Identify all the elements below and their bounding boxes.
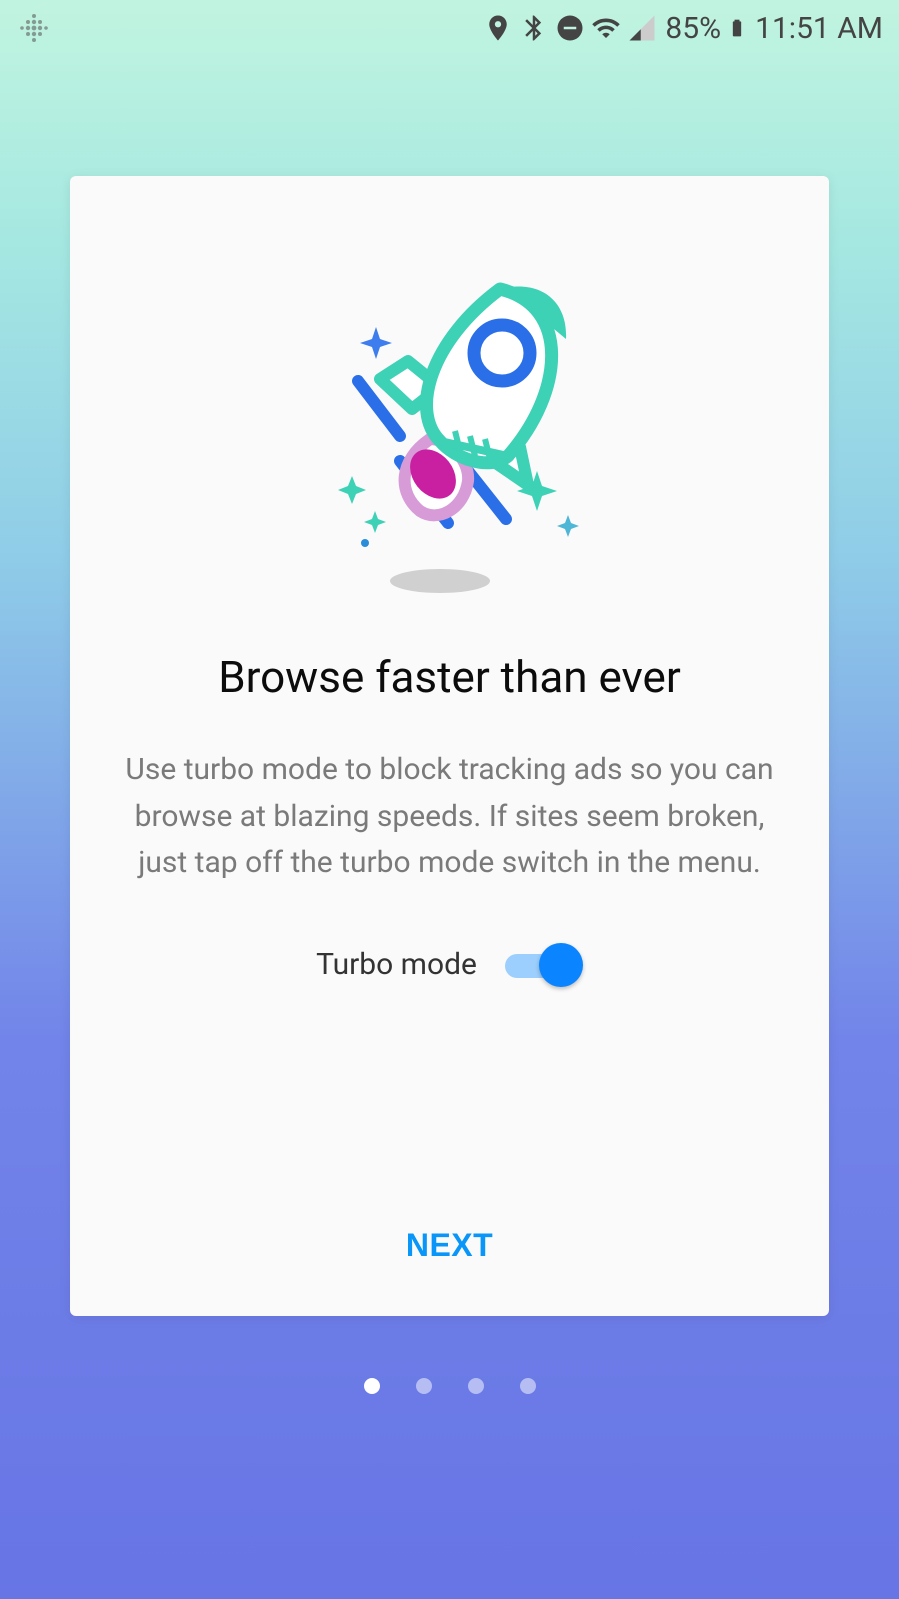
- page-dot-2[interactable]: [416, 1378, 432, 1394]
- rocket-illustration: [290, 261, 610, 601]
- headline: Browse faster than ever: [218, 651, 681, 703]
- pagination-dots: [0, 1378, 899, 1394]
- turbo-mode-toggle[interactable]: [505, 943, 583, 987]
- location-icon: [483, 13, 513, 43]
- status-right: 85% 11:51 AM: [483, 11, 883, 46]
- fitbit-icon: [16, 10, 52, 46]
- dnd-icon: [555, 13, 585, 43]
- status-left: [16, 10, 52, 46]
- bluetooth-icon: [519, 13, 549, 43]
- next-button[interactable]: NEXT: [70, 1227, 829, 1264]
- signal-icon: [627, 13, 657, 43]
- clock: 11:51 AM: [755, 11, 883, 46]
- turbo-mode-label: Turbo mode: [316, 947, 477, 982]
- status-bar: 85% 11:51 AM: [0, 0, 899, 56]
- battery-icon: [727, 12, 747, 44]
- turbo-mode-row: Turbo mode: [316, 943, 583, 987]
- onboarding-card: Browse faster than ever Use turbo mode t…: [70, 176, 829, 1316]
- page-dot-4[interactable]: [520, 1378, 536, 1394]
- battery-percentage: 85%: [665, 11, 721, 46]
- page-dot-3[interactable]: [468, 1378, 484, 1394]
- description: Use turbo mode to block tracking ads so …: [116, 747, 783, 887]
- wifi-icon: [591, 13, 621, 43]
- page-dot-1[interactable]: [364, 1378, 380, 1394]
